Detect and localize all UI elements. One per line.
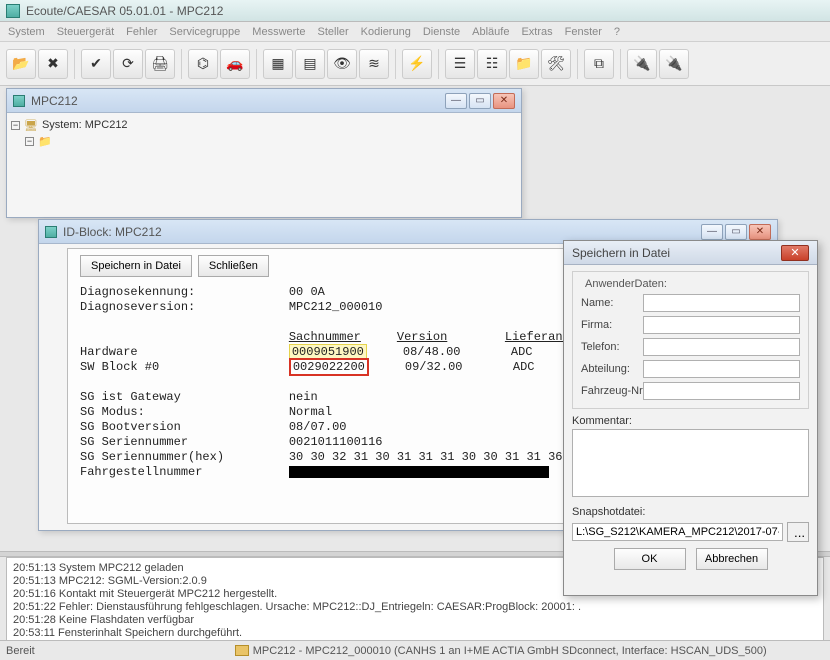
workspace: MPC212 — ▭ ✕ − 🖥 System: MPC212 − 📁 ID-B…: [0, 86, 830, 551]
app-title: Ecoute/CAESAR 05.01.01 - MPC212: [26, 4, 223, 18]
dialog-close-button[interactable]: ✕: [781, 245, 809, 261]
vediamo-icon: [45, 226, 57, 238]
folder-icon: 📁: [38, 135, 52, 148]
label-abteilung: Abteilung:: [581, 363, 643, 375]
toolbar-separator: [74, 49, 75, 79]
menubar: System Steuergerät Fehler Servicegruppe Mess…: [0, 22, 830, 42]
label-fahrzeug: Fahrzeug-Nr: [581, 385, 643, 397]
input-fahrzeug[interactable]: [643, 382, 800, 400]
toolbar-separator: [181, 49, 182, 79]
label-snapshot: Snapshotdatei:: [572, 506, 809, 518]
plug-in-icon[interactable]: 🔌: [627, 49, 657, 79]
disconnect-icon[interactable]: ✖: [38, 49, 68, 79]
window-mpc212-titlebar[interactable]: MPC212 — ▭ ✕: [7, 89, 521, 113]
grid1-icon[interactable]: ▦: [263, 49, 293, 79]
log-line: 20:51:22 Fehler: Dienstausführung fehlge…: [13, 601, 817, 614]
tree-root[interactable]: − 🖥 System: MPC212: [11, 117, 517, 133]
print-icon[interactable]: 🖨: [145, 49, 175, 79]
kommentar-section: Kommentar:: [572, 415, 809, 500]
toolbar-separator: [620, 49, 621, 79]
menu-steller[interactable]: Steller: [317, 26, 348, 38]
open-icon[interactable]: 📂: [6, 49, 36, 79]
collapse-icon[interactable]: −: [25, 137, 34, 146]
folder-icon: 🖥: [24, 119, 38, 132]
close-inner-button[interactable]: Schließen: [198, 255, 269, 277]
menu-steuergerät[interactable]: Steuergerät: [57, 26, 114, 38]
menu-system[interactable]: System: [8, 26, 45, 38]
input-telefon[interactable]: [643, 338, 800, 356]
folder-open-icon[interactable]: 📁: [509, 49, 539, 79]
menu-?[interactable]: ?: [614, 26, 620, 38]
ecu-tree[interactable]: − 🖥 System: MPC212 − 📁: [7, 113, 521, 153]
menu-servicegruppe[interactable]: Servicegruppe: [169, 26, 240, 38]
car-icon[interactable]: 🚗: [220, 49, 250, 79]
list1-icon[interactable]: ☰: [445, 49, 475, 79]
menu-abläufe[interactable]: Abläufe: [472, 26, 509, 38]
maximize-button[interactable]: ▭: [725, 224, 747, 240]
status-center: MPC212 - MPC212_000010 (CANHS 1 an I+ME …: [253, 645, 767, 657]
grid2-icon[interactable]: ▤: [295, 49, 325, 79]
save-to-file-button[interactable]: Speichern in Datei: [80, 255, 192, 277]
window-idblock-title: ID-Block: MPC212: [63, 225, 162, 239]
menu-extras[interactable]: Extras: [521, 26, 552, 38]
toolbar-separator: [438, 49, 439, 79]
close-button[interactable]: ✕: [493, 93, 515, 109]
dialog-titlebar[interactable]: Speichern in Datei ✕: [564, 241, 817, 265]
toolbar-separator: [577, 49, 578, 79]
network-icon[interactable]: ⧉: [584, 49, 614, 79]
ecu-icon[interactable]: ⌬: [188, 49, 218, 79]
menu-kodierung[interactable]: Kodierung: [361, 26, 411, 38]
sw-sachnummer: 0029022200: [289, 358, 369, 376]
label-firma: Firma:: [581, 319, 643, 331]
refresh-icon[interactable]: ✔: [81, 49, 111, 79]
toolbar-separator: [395, 49, 396, 79]
tree-root-label: System: MPC212: [42, 119, 128, 131]
window-mpc212: MPC212 — ▭ ✕ − 🖥 System: MPC212 − 📁: [6, 88, 522, 218]
input-abteilung[interactable]: [643, 360, 800, 378]
signal-icon[interactable]: ≋: [359, 49, 389, 79]
plug-out-icon[interactable]: 🔌: [659, 49, 689, 79]
label-name: Name:: [581, 297, 643, 309]
tools-icon[interactable]: 🛠: [541, 49, 571, 79]
status-left: Bereit: [6, 645, 35, 657]
log-line: 20:51:28 Keine Flashdaten verfügbar: [13, 614, 817, 627]
ok-button[interactable]: OK: [614, 548, 686, 570]
tree-child[interactable]: − 📁: [25, 133, 517, 149]
window-mpc212-title: MPC212: [31, 94, 78, 108]
eye-icon[interactable]: 👁: [327, 49, 357, 79]
menu-fenster[interactable]: Fenster: [565, 26, 602, 38]
toolbar: 📂✖ ✔⟳🖨 ⌬🚗 ▦▤👁≋ ⚡ ☰☷📁🛠 ⧉ 🔌🔌: [0, 42, 830, 86]
flash-icon[interactable]: ⚡: [402, 49, 432, 79]
close-button[interactable]: ✕: [749, 224, 771, 240]
toolbar-separator: [256, 49, 257, 79]
collapse-icon[interactable]: −: [11, 121, 20, 130]
folder-icon: [235, 645, 249, 656]
user-data-group: AnwenderDaten: Name: Firma: Telefon: Abt…: [572, 271, 809, 409]
vin-redacted: [289, 466, 549, 478]
list2-icon[interactable]: ☷: [477, 49, 507, 79]
menu-fehler[interactable]: Fehler: [126, 26, 157, 38]
label-kommentar: Kommentar:: [572, 415, 809, 427]
group-legend: AnwenderDaten:: [581, 278, 671, 290]
browse-button[interactable]: ...: [787, 522, 809, 542]
input-snapshot-path[interactable]: [572, 523, 783, 541]
dialog-title: Speichern in Datei: [572, 246, 670, 260]
textarea-kommentar[interactable]: [572, 429, 809, 497]
label-telefon: Telefon:: [581, 341, 643, 353]
status-bar: Bereit MPC212 - MPC212_000010 (CANHS 1 a…: [0, 640, 830, 660]
input-firma[interactable]: [643, 316, 800, 334]
sync-icon[interactable]: ⟳: [113, 49, 143, 79]
cancel-button[interactable]: Abbrechen: [696, 548, 768, 570]
dialog-save-to-file: Speichern in Datei ✕ AnwenderDaten: Name…: [563, 240, 818, 596]
input-name[interactable]: [643, 294, 800, 312]
vediamo-icon: [13, 95, 25, 107]
maximize-button[interactable]: ▭: [469, 93, 491, 109]
app-titlebar: Ecoute/CAESAR 05.01.01 - MPC212: [0, 0, 830, 22]
app-icon: [6, 4, 20, 18]
menu-dienste[interactable]: Dienste: [423, 26, 460, 38]
menu-messwerte[interactable]: Messwerte: [252, 26, 305, 38]
log-line: 20:53:11 Fensterinhalt Speichern durchge…: [13, 627, 817, 640]
minimize-button[interactable]: —: [445, 93, 467, 109]
minimize-button[interactable]: —: [701, 224, 723, 240]
